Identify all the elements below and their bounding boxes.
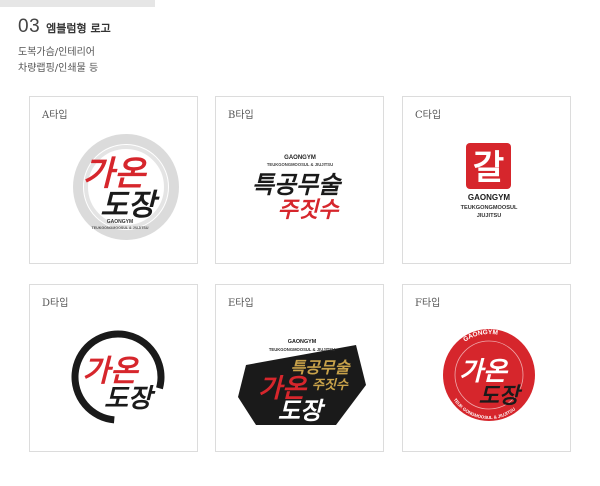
tagline-text: TEUKGONGMOOSUL & JIUJITSU [267,162,333,167]
section-desc-line2: 차량랩핑/인쇄물 등 [18,63,99,74]
logo-text-black: 도장 [104,384,156,414]
logo-sub: GAONGYM [107,219,133,225]
top-accent-bar [0,0,155,7]
logo-c-emblem: 갈 GAONGYM TEUKGONGMOOSUL JIUJITSU [461,143,518,219]
logo-b-emblem: GAONGYM TEUKGONGMOOSUL & JIUJITSU 특공무술 주… [252,155,343,223]
brand-text: GAONGYM [468,193,511,202]
logo-card-f[interactable]: F타입 GAONGYM TEUK GONGMOOSUL & JIUJITSU 가… [402,284,571,452]
logo-text-black: 도장 [100,188,160,223]
logo-f-emblem: GAONGYM TEUK GONGMOOSUL & JIUJITSU 가온 도장 [443,329,535,421]
gold-line2: 주짓수 [312,377,349,393]
logo-text-black: 도장 [479,383,523,409]
logo-a-emblem: 가온 도장 GAONGYM TEUKGONGMOOSUL & JIUJITSU [73,134,179,240]
section-desc-line1: 도복가슴/인테리어 [18,47,95,58]
logo-card-a[interactable]: A타입 가온 도장 GAONGYM TEUKGONGMOOSUL & JIUJI… [29,96,198,264]
glyph-text: 갈 [473,149,504,187]
logo-sub2: TEUKGONGMOOSUL & JIUJITSU [92,226,149,230]
tagline-text: TEUKGONGMOOSUL & JIUJITSU [269,347,335,352]
logo-e-emblem: GAONGYM TEUKGONGMOOSUL & JIUJITSU 특공무술 주… [238,339,366,425]
section-number: 03 [18,16,41,37]
logo-card-e[interactable]: E타입 GAONGYM TEUKGONGMOOSUL & JIUJITSU 특공… [215,284,384,452]
line1-text: 특공무술 [252,170,343,199]
logo-card-d[interactable]: D타입 TEUKGONGMOOSUL & JIUJITSU GAONGYM 가온… [29,284,198,452]
section-heading: 03 엠블럼형 로고 [18,16,111,38]
sub2-text: JIUJITSU [477,213,502,219]
sub1-text: TEUKGONGMOOSUL [461,205,518,211]
brand-text: GAONGYM [288,339,317,345]
brand-text: GAONGYM [284,155,316,161]
section-title: 엠블럼형 로고 [46,22,111,35]
logo-card-b[interactable]: B타입 GAONGYM TEUKGONGMOOSUL & JIUJITSU 특공… [215,96,384,264]
logo-card-c[interactable]: C타입 갈 GAONGYM TEUKGONGMOOSUL JIUJITSU [402,96,571,264]
logo-text-white: 도장 [278,396,326,425]
logo-d-emblem: TEUKGONGMOOSUL & JIUJITSU GAONGYM 가온 도장 [71,330,165,424]
line2-text: 주짓수 [278,197,340,223]
